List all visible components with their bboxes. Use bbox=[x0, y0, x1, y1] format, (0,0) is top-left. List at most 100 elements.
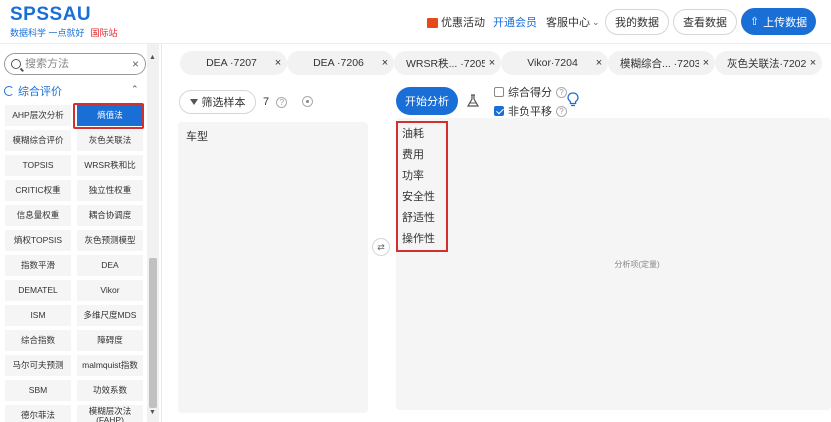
method-highlight-box bbox=[73, 103, 144, 129]
clear-icon[interactable]: × bbox=[132, 57, 139, 71]
method-item[interactable]: 指数平滑 bbox=[5, 255, 71, 276]
method-item[interactable]: 综合指数 bbox=[5, 330, 71, 351]
logo-subtitle: 数据科学 一点就好 国际站 bbox=[10, 26, 118, 39]
history-tab[interactable]: WRSR秩... ·7205 × bbox=[394, 51, 501, 75]
method-sidebar: × 综合评价 ⌃ AHP层次分析熵值法模糊综合评价灰色关联法TOPSISWRSR… bbox=[0, 44, 162, 422]
nonneg-shift-option[interactable]: 非负平移 ? bbox=[494, 103, 567, 119]
chevron-down-icon: ⌄ bbox=[592, 16, 600, 27]
view-data-button[interactable]: 查看数据 bbox=[673, 9, 737, 35]
history-tab-bar: DEA ·7207 × DEA ·7206 × WRSR秩... ·7205 × Vikor… bbox=[166, 44, 831, 82]
logo-slogan: 数据科学 一点就好 bbox=[10, 28, 85, 38]
method-item[interactable]: DEA bbox=[77, 255, 143, 276]
method-item[interactable]: 独立性权重 bbox=[77, 180, 143, 201]
scroll-thumb[interactable] bbox=[149, 258, 157, 408]
close-icon[interactable]: × bbox=[592, 57, 606, 69]
search-icon bbox=[11, 59, 21, 69]
nonneg-shift-checkbox[interactable] bbox=[494, 106, 504, 116]
close-icon[interactable]: × bbox=[378, 57, 392, 69]
count-value: 7 bbox=[263, 96, 270, 108]
top-header: SPSSAU 数据科学 一点就好 国际站 优惠活动 开通会员 客服中心 ⌄ 我的数… bbox=[0, 0, 831, 44]
analysis-item[interactable]: 油耗 bbox=[402, 125, 424, 141]
variable-item[interactable]: 车型 bbox=[186, 128, 208, 144]
tab-label: Vikor·7204 bbox=[527, 57, 578, 69]
method-item[interactable]: ISM bbox=[5, 305, 71, 326]
analysis-item[interactable]: 安全性 bbox=[402, 188, 435, 204]
my-data-button[interactable]: 我的数据 bbox=[605, 9, 669, 35]
service-center-menu[interactable]: 客服中心 ⌄ bbox=[546, 0, 600, 44]
select-all-radio[interactable] bbox=[302, 96, 313, 107]
analysis-item[interactable]: 费用 bbox=[402, 146, 424, 162]
help-icon[interactable]: ? bbox=[556, 105, 567, 117]
method-item[interactable]: 耦合协调度 bbox=[77, 205, 143, 226]
history-tab[interactable]: Vikor·7204 × bbox=[501, 51, 608, 75]
chevron-up-icon[interactable]: ⌃ bbox=[131, 84, 139, 95]
search-input[interactable] bbox=[25, 58, 125, 70]
method-item[interactable]: 模糊综合评价 bbox=[5, 130, 71, 151]
method-item[interactable]: 德尔菲法 bbox=[5, 405, 71, 422]
history-tab[interactable]: 模糊综合... ·7203 × bbox=[608, 51, 715, 75]
composite-score-option[interactable]: 综合得分 ? bbox=[494, 84, 567, 100]
tab-label: 灰色关联法·7202 bbox=[727, 57, 806, 70]
gift-icon bbox=[427, 18, 438, 28]
method-item[interactable]: 障碍度 bbox=[77, 330, 143, 351]
help-icon[interactable]: ? bbox=[556, 86, 567, 98]
analysis-item[interactable]: 操作性 bbox=[402, 230, 435, 246]
nonneg-shift-label: 非负平移 bbox=[508, 106, 552, 118]
method-item[interactable]: 马尔可夫预测 bbox=[5, 355, 71, 376]
history-tab[interactable]: 灰色关联法·7202 × bbox=[715, 51, 822, 75]
service-label: 客服中心 bbox=[546, 17, 590, 29]
international-site-link[interactable]: 国际站 bbox=[91, 28, 118, 38]
beaker-icon[interactable] bbox=[467, 94, 479, 107]
method-item[interactable]: malmquist指数 bbox=[77, 355, 143, 376]
method-item[interactable]: WRSR秩和比 bbox=[77, 155, 143, 176]
scroll-down-icon[interactable]: ▼ bbox=[149, 409, 156, 416]
swap-icon[interactable]: ⇄ bbox=[372, 238, 390, 256]
upload-data-button[interactable]: ⇧ 上传数据 bbox=[741, 8, 816, 35]
tab-label: 模糊综合... ·7203 bbox=[620, 57, 699, 70]
method-item[interactable]: 信息量权重 bbox=[5, 205, 71, 226]
logo[interactable]: SPSSAU 数据科学 一点就好 国际站 bbox=[10, 5, 118, 39]
scroll-up-icon[interactable]: ▲ bbox=[149, 54, 156, 61]
composite-score-checkbox[interactable] bbox=[494, 87, 504, 97]
lightbulb-icon[interactable] bbox=[567, 92, 579, 108]
history-tab[interactable]: DEA ·7206 × bbox=[287, 51, 394, 75]
start-analysis-button[interactable]: 开始分析 bbox=[396, 87, 458, 115]
category-header[interactable]: 综合评价 bbox=[4, 83, 62, 99]
method-item[interactable]: 灰色预测模型 bbox=[77, 230, 143, 251]
vip-link[interactable]: 开通会员 bbox=[493, 0, 537, 44]
tab-label: DEA ·7206 bbox=[313, 57, 364, 69]
sidebar-scrollbar[interactable]: ▲ ▼ bbox=[147, 44, 159, 422]
method-item[interactable]: Vikor bbox=[77, 280, 143, 301]
filter-icon bbox=[189, 99, 198, 105]
analysis-item[interactable]: 功率 bbox=[402, 167, 424, 183]
help-icon[interactable]: ? bbox=[276, 97, 288, 108]
method-item[interactable]: 功效系数 bbox=[77, 380, 143, 401]
analysis-placeholder: 分析项(定量) bbox=[614, 260, 660, 269]
promo-link[interactable]: 优惠活动 bbox=[427, 0, 485, 44]
my-data-label: 我的数据 bbox=[615, 17, 659, 29]
category-label: 综合评价 bbox=[18, 86, 62, 98]
variable-list[interactable]: 车型 bbox=[178, 122, 368, 413]
method-item[interactable]: TOPSIS bbox=[5, 155, 71, 176]
method-item[interactable]: DEMATEL bbox=[5, 280, 71, 301]
logo-main-text: SPSSAU bbox=[10, 4, 92, 25]
filter-sample-button[interactable]: 筛选样本 bbox=[179, 90, 256, 114]
method-item[interactable]: AHP层次分析 bbox=[5, 105, 71, 126]
analysis-item[interactable]: 舒适性 bbox=[402, 209, 435, 225]
method-item[interactable]: CRITIC权重 bbox=[5, 180, 71, 201]
close-icon[interactable]: × bbox=[271, 57, 285, 69]
method-item[interactable]: 熵权TOPSIS bbox=[5, 230, 71, 251]
history-tab[interactable]: DEA ·7207 × bbox=[180, 51, 287, 75]
analysis-item-list[interactable]: 分析项(定量) 油耗费用功率安全性舒适性操作性 bbox=[396, 118, 831, 410]
method-item[interactable]: SBM bbox=[5, 380, 71, 401]
vip-label: 开通会员 bbox=[493, 17, 537, 29]
close-icon[interactable]: × bbox=[806, 57, 820, 69]
tab-label: WRSR秩... ·7205 bbox=[406, 57, 485, 70]
tab-label: DEA ·7207 bbox=[206, 57, 257, 69]
method-item[interactable]: 灰色关联法 bbox=[77, 130, 143, 151]
close-icon[interactable]: × bbox=[699, 57, 713, 69]
method-item[interactable]: 多维尺度MDS bbox=[77, 305, 143, 326]
method-search[interactable]: × bbox=[4, 53, 146, 75]
close-icon[interactable]: × bbox=[485, 57, 499, 69]
method-item[interactable]: 模糊层次法(FAHP) bbox=[77, 405, 143, 422]
